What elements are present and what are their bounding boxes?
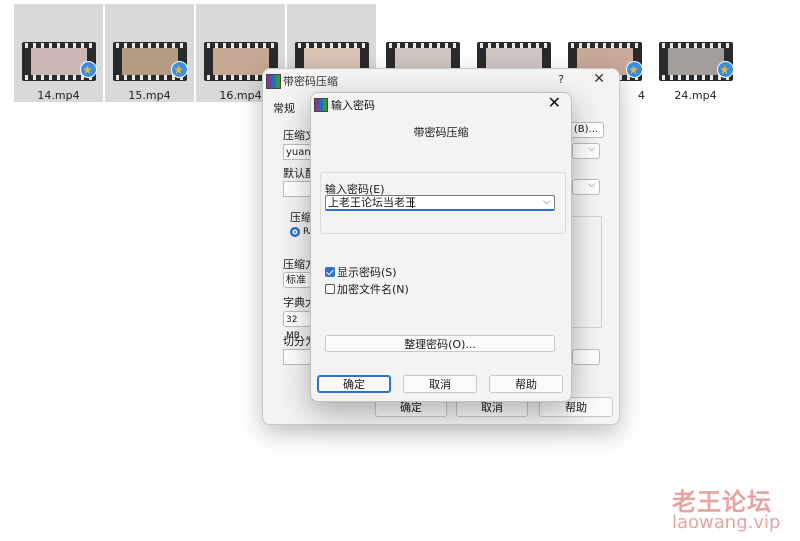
file-name: 15.mp4 — [128, 89, 171, 102]
title-bar[interactable]: 带密码压缩 ? ✕ — [263, 69, 619, 91]
file-name: 24.mp4 — [674, 89, 717, 102]
profile-field[interactable] — [283, 181, 313, 197]
help-button[interactable]: 帮助 — [489, 375, 563, 393]
winrar-icon — [314, 98, 328, 112]
dialog-title: 带密码压缩 — [283, 75, 338, 88]
tab-general[interactable]: 常规 — [273, 100, 295, 116]
archive-badge-icon — [171, 61, 188, 78]
split-field[interactable] — [283, 349, 311, 365]
chevron-down-icon: ⌵ — [588, 144, 595, 154]
file-item[interactable]: 15.mp4 — [105, 4, 194, 102]
file-name: 4 — [638, 89, 645, 102]
organize-passwords-button[interactable]: 整理密码(O)... — [325, 335, 555, 352]
dictionary-select[interactable]: 32 MB — [283, 311, 311, 341]
profile-dropdown[interactable]: ⌵ — [572, 179, 600, 195]
options-group — [573, 216, 602, 328]
archive-badge-icon — [717, 61, 734, 78]
close-icon[interactable]: ✕ — [593, 71, 605, 87]
watermark-url: laowang.vip — [672, 512, 781, 533]
file-item[interactable]: 24.mp4 — [651, 4, 740, 102]
password-input[interactable]: 上老王论坛当老王 ⌵ — [325, 195, 555, 211]
archive-badge-icon — [80, 61, 97, 78]
title-bar[interactable]: 输入密码 ✕ — [311, 93, 571, 115]
chevron-down-icon[interactable]: ⌵ — [543, 197, 550, 207]
chevron-down-icon: ⌵ — [588, 180, 595, 190]
encrypt-filenames-checkbox[interactable]: 加密文件名(N) — [325, 281, 409, 297]
encrypt-filenames-label: 加密文件名(N) — [337, 283, 409, 296]
checkbox-checked-icon — [325, 267, 335, 277]
show-password-label: 显示密码(S) — [337, 266, 397, 279]
help-icon[interactable]: ? — [558, 73, 564, 86]
method-select[interactable]: 标准 — [283, 272, 311, 288]
show-password-checkbox[interactable]: 显示密码(S) — [325, 264, 397, 280]
browse-button[interactable]: (B)... — [568, 122, 604, 138]
file-name: 14.mp4 — [37, 89, 80, 102]
radio-selected-icon — [290, 227, 300, 237]
winrar-icon — [266, 74, 281, 89]
file-name: 16.mp4 — [219, 89, 262, 102]
format-label: 压缩 — [290, 211, 312, 224]
cancel-button[interactable]: 取消 — [403, 375, 477, 393]
dialog-heading: 带密码压缩 — [413, 126, 469, 139]
dialog-title: 输入密码 — [331, 99, 375, 112]
file-item[interactable]: 14.mp4 — [14, 4, 103, 102]
ok-button[interactable]: 确定 — [317, 375, 391, 393]
checkbox-unchecked-icon — [325, 284, 335, 294]
text-cursor — [412, 198, 413, 208]
update-select[interactable] — [572, 349, 600, 365]
close-icon[interactable]: ✕ — [548, 93, 561, 112]
archive-name-dropdown[interactable]: ⌵ — [572, 143, 600, 159]
archive-badge-icon — [626, 61, 643, 78]
password-dialog: 输入密码 ✕ 带密码压缩 输入密码(E) 上老王论坛当老王 ⌵ 显示密码(S) … — [310, 92, 572, 402]
password-value: 上老王论坛当老王 — [328, 196, 416, 209]
archive-name-field[interactable]: yuanlil — [283, 144, 319, 160]
